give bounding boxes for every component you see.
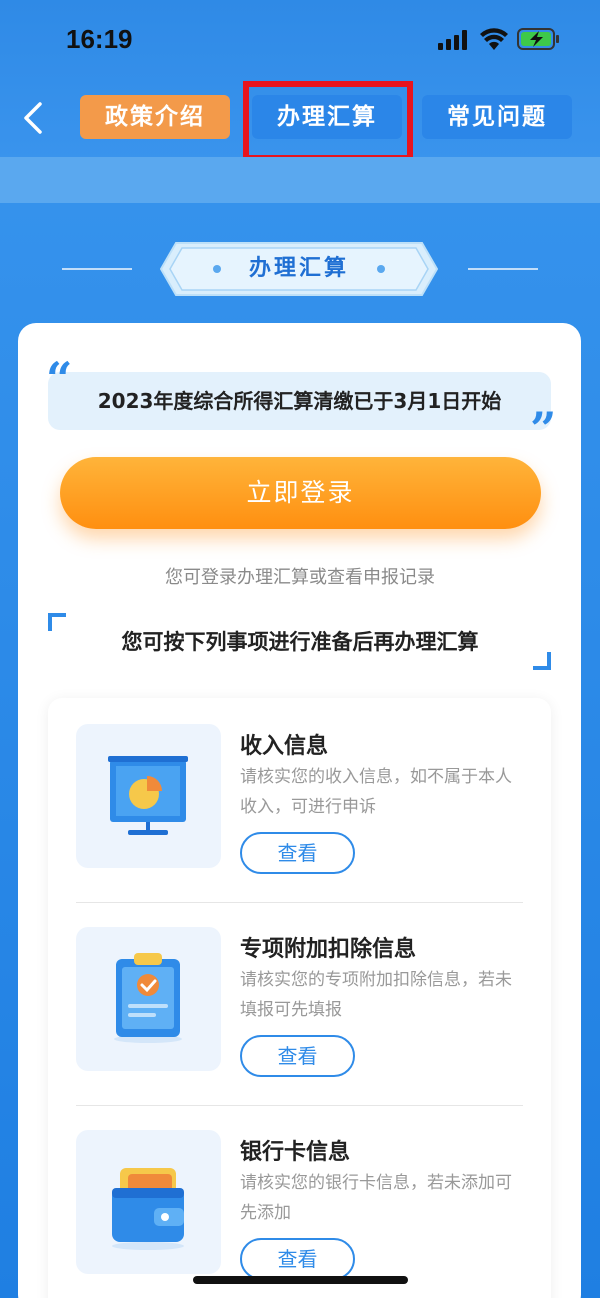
wallet-icon [112, 1168, 184, 1250]
back-chevron-icon[interactable] [16, 96, 52, 140]
header-divider-strip [0, 157, 600, 203]
status-time: 16:19 [66, 24, 133, 54]
prep-title: 您可按下列事项进行准备后再办理汇算 [121, 630, 479, 654]
item-thumb [76, 927, 221, 1071]
heading-line-left [62, 268, 132, 270]
notice-text: 2023年度综合所得汇算清缴已于3月1日开始 [97, 389, 502, 413]
view-deduction-button[interactable]: 查看 [240, 1035, 355, 1077]
item-title: 专项附加扣除信息 [240, 937, 417, 962]
item-title: 收入信息 [240, 734, 329, 759]
list-item-special-deduction: 专项附加扣除信息 请核实您的专项附加扣除信息，若未填报可先填报 查看 [48, 903, 551, 1106]
section-title: 办理汇算 [248, 256, 349, 281]
item-title: 银行卡信息 [240, 1140, 351, 1165]
clipboard-check-icon [114, 953, 182, 1043]
list-item-bank-card: 银行卡信息 请核实您的银行卡信息，若未添加可先添加 查看 [48, 1106, 551, 1298]
view-income-button[interactable]: 查看 [240, 832, 355, 874]
tab-policy-intro[interactable]: 政策介绍 [80, 95, 230, 139]
active-tab-highlight [243, 81, 413, 161]
item-description: 请核实您的收入信息，如不属于本人收入，可进行申诉 [240, 767, 512, 817]
item-thumb [76, 724, 221, 868]
heading-line-right [468, 268, 538, 270]
presentation-chart-icon [108, 756, 188, 835]
login-button[interactable]: 立即登录 [60, 457, 541, 529]
status-bar: 16:19 [0, 0, 600, 80]
cellular-signal-icon [438, 30, 467, 50]
item-description: 请核实您的银行卡信息，若未添加可先添加 [240, 1173, 512, 1223]
tab-faq[interactable]: 常见问题 [422, 95, 572, 139]
login-hint: 您可登录办理汇算或查看申报记录 [165, 567, 435, 588]
item-thumb [76, 1130, 221, 1274]
battery-charging-icon [517, 28, 559, 50]
wifi-icon [480, 28, 508, 50]
home-indicator[interactable] [193, 1276, 408, 1284]
list-item-income: 收入信息 请核实您的收入信息，如不属于本人收入，可进行申诉 查看 [48, 700, 551, 903]
view-bank-card-button[interactable]: 查看 [240, 1238, 355, 1280]
item-description: 请核实您的专项附加扣除信息，若未填报可先填报 [240, 970, 512, 1020]
